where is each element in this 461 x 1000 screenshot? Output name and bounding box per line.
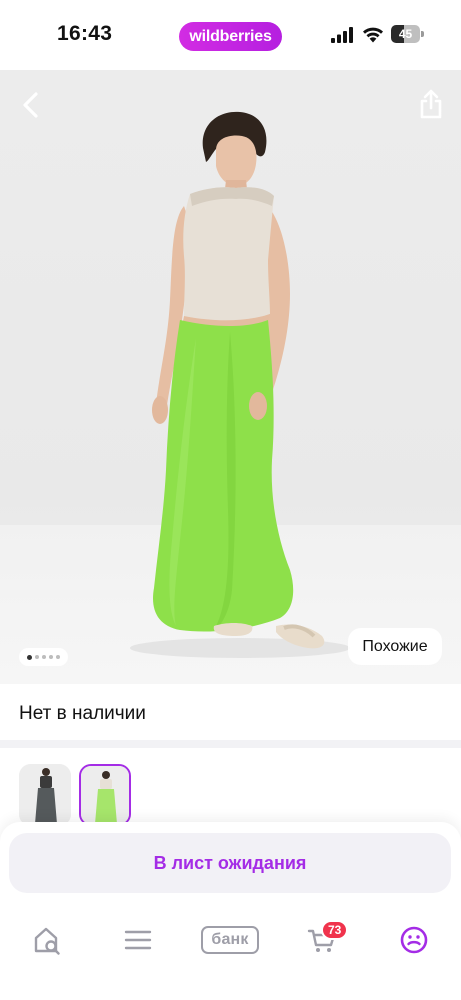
share-button[interactable] [414,86,448,122]
bank-label: банк [201,926,259,954]
photo-pagination [19,648,68,666]
pagination-dot [42,655,46,659]
pagination-dot [35,655,39,659]
similar-products-button[interactable]: Похожие [348,628,442,665]
menu-icon [124,930,152,950]
nav-cart[interactable]: 73 [292,916,352,964]
product-photo-gallery[interactable]: Похожие [0,70,461,684]
pagination-dot [56,655,60,659]
back-button[interactable] [14,88,48,122]
brand-logo[interactable]: wildberries [179,22,282,51]
product-photo-model [130,111,350,658]
home-search-icon [34,927,60,955]
section-divider [0,740,461,748]
bottom-navigation: банк 73 [0,908,461,1000]
cart-count-badge: 73 [321,920,349,940]
nav-bank[interactable]: банк [199,916,261,964]
availability-status: Нет в наличии [19,703,146,724]
battery-icon: 45 [391,25,424,43]
color-variant-thumbnail[interactable] [19,764,71,826]
product-screen: 16:43 wildberries 45 Похожие Нет в налич… [0,0,461,1000]
share-icon [420,89,442,119]
nav-profile[interactable] [384,916,444,964]
pagination-dot [49,655,53,659]
pagination-dot [27,654,32,660]
add-to-waitlist-button[interactable]: В лист ожидания [9,833,451,893]
wifi-icon [363,27,383,43]
cellular-signal-icon [331,27,353,43]
chevron-left-icon [23,92,38,118]
battery-level: 45 [391,25,420,43]
status-time: 16:43 [57,22,113,45]
status-bar: 16:43 wildberries 45 [0,0,461,70]
nav-catalog[interactable] [108,916,168,964]
nav-home[interactable] [17,916,77,964]
availability-section: Нет в наличии [0,684,461,740]
profile-smile-icon [400,926,428,954]
action-panel: В лист ожидания [0,822,461,908]
color-variant-thumbnail-selected[interactable] [79,764,131,826]
